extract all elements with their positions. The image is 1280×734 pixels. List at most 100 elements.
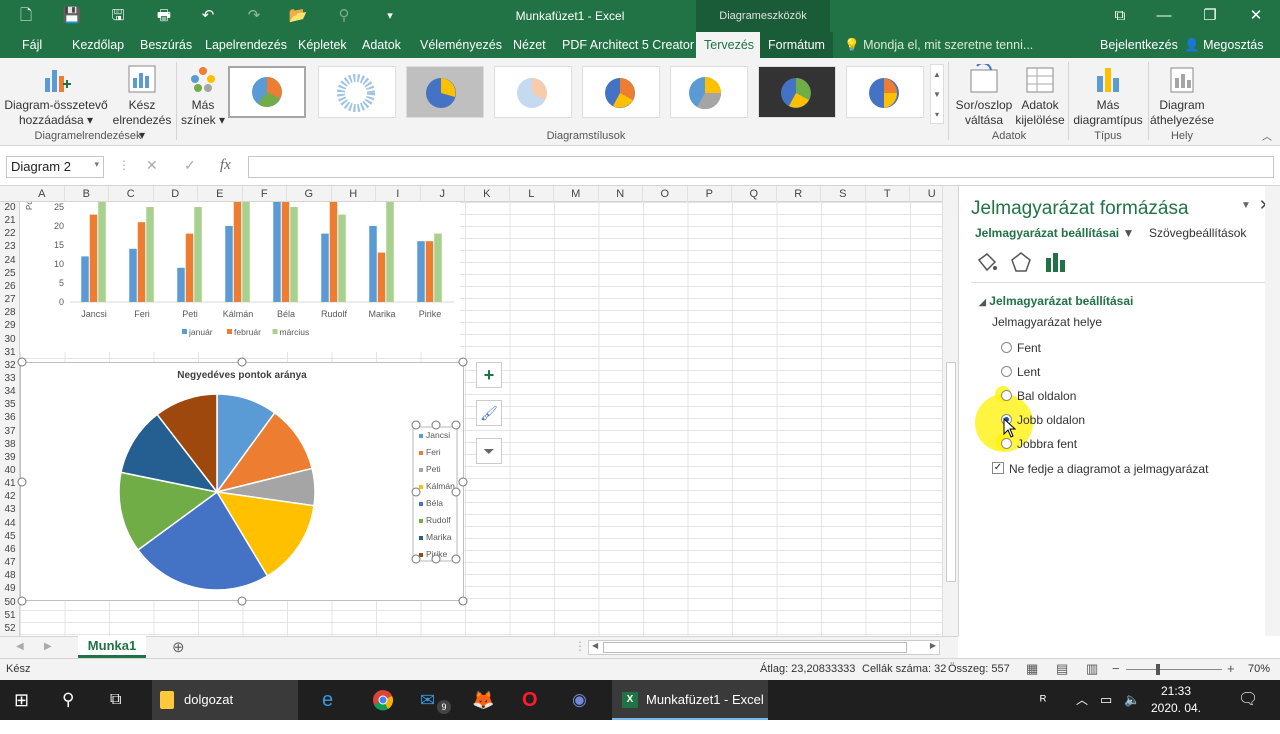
print-preview-icon[interactable]: 🖶 xyxy=(154,6,174,26)
search-icon[interactable]: ⚲ xyxy=(62,680,74,720)
tab-legend-options[interactable]: Jelmagyarázat beállításai ▼ xyxy=(975,226,1134,240)
undo-icon[interactable]: ↶ xyxy=(198,6,218,26)
fill-line-icon[interactable] xyxy=(975,250,999,274)
page-layout-view-icon[interactable]: ▤ xyxy=(1056,661,1068,677)
tab-format[interactable]: Formátum xyxy=(760,32,833,58)
tell-me-search[interactable]: 💡 Mondja el, mit szeretne tenni... xyxy=(842,32,1035,58)
column-header-g[interactable]: G xyxy=(287,186,332,202)
row-header-24[interactable]: 24 xyxy=(0,255,20,267)
column-header-l[interactable]: L xyxy=(510,186,554,202)
row-header-25[interactable]: 25 xyxy=(0,268,20,280)
tab-home[interactable]: Kezdőlap xyxy=(70,32,126,58)
taskbar-clock[interactable]: 21:33 2020. 04. 26. xyxy=(1144,683,1208,734)
normal-view-icon[interactable]: ▦ xyxy=(1026,661,1038,677)
column-header-b[interactable]: B xyxy=(65,186,109,202)
tab-file[interactable]: Fájl xyxy=(20,32,44,58)
battery-icon[interactable]: ▭ xyxy=(1100,680,1112,720)
radio-bottom-label[interactable]: Lent xyxy=(1017,365,1040,379)
radio-top-right-label[interactable]: Jobbra fent xyxy=(1017,437,1077,451)
close-icon[interactable]: ✕ xyxy=(1246,6,1266,26)
radio-top[interactable] xyxy=(1001,342,1012,353)
tab-design[interactable]: Tervezés xyxy=(696,32,763,58)
column-header-u[interactable]: U xyxy=(910,186,942,202)
taskbar-folder-dolgozat[interactable]: dolgozat xyxy=(152,680,298,720)
change-colors-button[interactable]: Más színek ▾ xyxy=(178,64,228,128)
mail-icon[interactable]: ✉ xyxy=(420,680,435,720)
save-icon[interactable]: 💾 xyxy=(62,6,82,26)
row-header-29[interactable]: 29 xyxy=(0,320,20,332)
pane-scrollbar[interactable] xyxy=(1265,186,1280,636)
move-chart-button[interactable]: Diagram áthelyezése xyxy=(1150,64,1214,128)
chart-styles-brush-icon[interactable]: 🖌 xyxy=(476,400,502,426)
row-header-23[interactable]: 23 xyxy=(0,241,20,253)
radio-left-label[interactable]: Bal oldalon xyxy=(1017,389,1076,403)
pane-options-chevron-icon[interactable]: ▼ xyxy=(1241,200,1251,211)
edge-icon[interactable]: e xyxy=(322,680,333,720)
tab-view[interactable]: Nézet xyxy=(511,32,548,58)
scroll-right-icon[interactable]: ▶ xyxy=(930,641,936,650)
change-chart-type-button[interactable]: Más diagramtípus xyxy=(1070,64,1146,128)
chart-style-3[interactable] xyxy=(406,66,484,118)
chart-filter-icon[interactable]: ⏷ xyxy=(476,438,502,464)
share-button[interactable]: 👤 Megosztás xyxy=(1182,32,1266,58)
collapse-ribbon-icon[interactable]: ︿ xyxy=(1262,128,1272,143)
zoom-level[interactable]: 70% xyxy=(1248,663,1270,675)
column-header-i[interactable]: I xyxy=(376,186,421,202)
vertical-scrollbar[interactable] xyxy=(942,186,958,636)
switch-row-column-button[interactable]: Sor/oszlop váltása xyxy=(952,64,1016,128)
minimize-icon[interactable]: — xyxy=(1154,6,1174,26)
ribbon-display-options-icon[interactable]: ⧉ xyxy=(1110,6,1130,26)
chart-elements-plus-icon[interactable]: + xyxy=(476,362,502,388)
add-chart-element-button[interactable]: Diagram-összetevő hozzáadása ▾ xyxy=(4,64,108,128)
chart-selection-handles[interactable] xyxy=(14,356,472,608)
row-header-27[interactable]: 27 xyxy=(0,294,20,306)
row-header-21[interactable]: 21 xyxy=(0,215,20,227)
tray-chevron-icon[interactable]: ︿ xyxy=(1076,680,1088,720)
taskbar-excel-window[interactable]: X Munkafüzet1 - Excel xyxy=(612,680,768,720)
column-header-p[interactable]: P xyxy=(688,186,732,202)
tab-insert[interactable]: Beszúrás xyxy=(138,32,194,58)
column-header-s[interactable]: S xyxy=(821,186,866,202)
tab-pdf-architect[interactable]: PDF Architect 5 Creator xyxy=(560,32,696,58)
column-header-a[interactable]: A xyxy=(20,186,65,202)
new-file-icon[interactable]: 🗋 xyxy=(16,6,36,26)
zoom-slider-thumb[interactable] xyxy=(1156,664,1160,675)
checkbox-no-overlap-label[interactable]: Ne fedje a diagramot a jelmagyarázat xyxy=(1009,462,1208,476)
discord-icon[interactable]: ◉ xyxy=(572,680,587,720)
styles-gallery-scroll[interactable]: ▲ ▼ ▾ xyxy=(930,64,944,124)
sheet-prev-icon[interactable]: ◀ xyxy=(16,641,24,652)
cancel-icon[interactable]: ✕ xyxy=(146,157,158,174)
row-header-51[interactable]: 51 xyxy=(0,610,20,622)
scroll-left-icon[interactable]: ◀ xyxy=(592,641,598,650)
chart-style-8[interactable] xyxy=(846,66,924,118)
row-header-22[interactable]: 22 xyxy=(0,228,20,240)
fox-app-icon[interactable]: 🦊 xyxy=(472,680,494,720)
sign-in-link[interactable]: Bejelentkezés xyxy=(1098,32,1180,58)
chart-style-2[interactable] xyxy=(318,66,396,118)
tab-data[interactable]: Adatok xyxy=(360,32,403,58)
radio-bottom[interactable] xyxy=(1001,366,1012,377)
row-header-52[interactable]: 52 xyxy=(0,623,20,635)
tab-page-layout[interactable]: Lapelrendezés xyxy=(203,32,289,58)
row-header-20[interactable]: 20 xyxy=(0,202,20,214)
column-header-f[interactable]: F xyxy=(243,186,287,202)
radio-left[interactable] xyxy=(1001,390,1012,401)
zoom-slider[interactable] xyxy=(1126,669,1222,670)
sheet-next-icon[interactable]: ▶ xyxy=(44,641,52,652)
legend-options-bar-icon[interactable] xyxy=(1043,250,1067,274)
row-header-30[interactable]: 30 xyxy=(0,334,20,346)
sheet-tab-munka1[interactable]: Munka1 xyxy=(78,636,146,658)
opera-icon[interactable]: O xyxy=(522,680,538,720)
insert-function-icon[interactable]: fx xyxy=(220,157,231,174)
zoom-in-icon[interactable]: + xyxy=(1227,661,1235,676)
select-data-button[interactable]: Adatok kijelölése xyxy=(1014,64,1066,128)
speaker-icon[interactable]: 🔈 xyxy=(1124,680,1140,720)
task-view-icon[interactable]: ⧉ xyxy=(110,680,121,720)
column-header-o[interactable]: O xyxy=(643,186,688,202)
chart-style-6[interactable] xyxy=(670,66,748,118)
effects-pentagon-icon[interactable] xyxy=(1009,250,1033,274)
redo-icon[interactable]: ↷ xyxy=(244,6,264,26)
page-break-view-icon[interactable]: ▥ xyxy=(1086,661,1098,677)
row-header-28[interactable]: 28 xyxy=(0,307,20,319)
bar-chart[interactable]: Pon 25 20 15 10 5 0 Jancsi Feri Peti Kálmán Béla Rud… xyxy=(20,202,460,352)
